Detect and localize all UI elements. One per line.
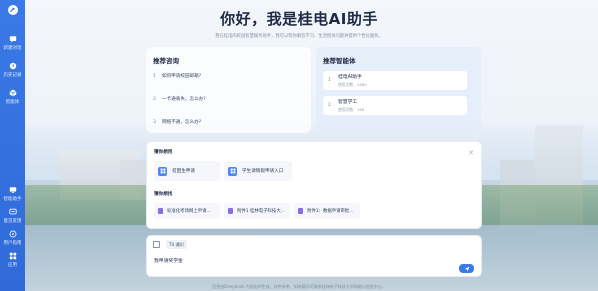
agent-item[interactable]: 2 智慧学工 使用次数：168 (323, 96, 467, 115)
app-chip-label: 学生请销假申请入口 (242, 169, 284, 174)
guess-doc-chip[interactable]: 标准化考场网上申请... (154, 203, 220, 219)
agent-usage: 使用次数：2680 (338, 82, 367, 87)
mode-select-chip[interactable]: T4 通识 (166, 240, 187, 249)
page-subtitle: 我在桂电的校园智慧服务助手，我可以帮你解答学习、生活相关问题并提供个性化服务。 (215, 34, 383, 39)
sidebar-item-label: 智能助手 (3, 197, 22, 202)
clock-icon (8, 61, 17, 70)
page-title: 你好，我是桂电AI助手 (220, 10, 378, 28)
document-icon (158, 208, 163, 214)
recommend-agents-card: 推荐智能体 1 桂电AI助手 使用次数：2680 2 智慧学工 使用次数：168 (316, 47, 481, 133)
cube-icon (8, 88, 17, 97)
send-icon (464, 266, 469, 271)
question-text: 网络不通，怎么办? (161, 120, 202, 125)
question-item[interactable]: 3 网络不通，怎么办? (153, 119, 202, 126)
app-grid-icon (228, 166, 237, 176)
doc-chip-label: 附件1：数据申请审批... (307, 209, 354, 214)
question-item[interactable]: 2 一卡通丢失，怎么办? (153, 96, 206, 103)
sidebar-item-label: 历史记录 (3, 73, 22, 78)
document-icon (228, 208, 233, 214)
question-number: 3 (153, 119, 156, 125)
agent-name: 桂电AI助手 (338, 75, 362, 80)
monitor-icon (8, 185, 17, 194)
grid-icon (8, 251, 17, 260)
feedback-icon (8, 207, 17, 216)
doc-chip-label: 附件1 桂林电子科技大... (237, 209, 285, 214)
sidebar-item-apps[interactable]: 应用 (8, 251, 17, 268)
agent-number: 1 (328, 78, 331, 83)
question-text: 一卡通丢失，怎么办? (161, 97, 206, 102)
guess-app-chip[interactable]: 学生请销假申请入口 (224, 161, 292, 181)
sidebar-item-label: 意见反馈 (3, 219, 22, 224)
doc-chip-label: 标准化考场网上申请... (167, 209, 211, 214)
sidebar-item-feedback[interactable]: 意见反馈 (4, 207, 22, 224)
agent-usage: 使用次数：168 (338, 107, 365, 112)
app-chip-label: 贫困生申请 (172, 169, 195, 174)
send-button[interactable] (459, 264, 474, 273)
footer-disclaimer: 回答由DeepSeek 内容由AI生成，仅供参考，如有疑问可联系桂林电子科技大学… (212, 284, 386, 289)
agent-item[interactable]: 1 桂电AI助手 使用次数：2680 (323, 71, 467, 90)
recommend-questions-card: 推荐咨询 1 如何申请校园邮箱? 2 一卡通丢失，怎么办? 3 网络不通，怎么办… (146, 47, 311, 133)
question-number: 1 (153, 73, 156, 79)
sidebar-item-agents[interactable]: 智能体 (5, 88, 20, 105)
question-text: 如何申请校园邮箱? (161, 74, 202, 79)
app-grid-icon (158, 166, 167, 176)
sidebar-item-assistant[interactable]: 智能助手 (4, 185, 22, 202)
document-icon (298, 208, 303, 214)
sidebar-item-label: 新建对话 (3, 46, 22, 51)
sidebar-item-label: 用户指南 (3, 241, 22, 246)
question-number: 2 (153, 96, 156, 102)
sidebar: 新建对话 历史记录 智能体 智能助手 意见反馈 用户指南 应用 (0, 0, 25, 291)
guess-app-chip[interactable]: 贫困生申请 (154, 161, 220, 181)
attachment-icon[interactable] (153, 241, 160, 248)
sidebar-item-history[interactable]: 历史记录 (4, 61, 22, 78)
guess-doc-chip[interactable]: 附件1 桂林电子科技大... (224, 203, 290, 219)
sidebar-item-guide[interactable]: 用户指南 (4, 229, 22, 246)
guess-doc-chip[interactable]: 附件1：数据申请审批... (294, 203, 360, 219)
sidebar-item-label: 应用 (8, 263, 17, 268)
compass-icon (8, 229, 17, 238)
guess-apps-title: 猜你想用 (154, 150, 173, 155)
agent-number: 2 (328, 103, 331, 108)
chat-input-box: T4 通识 我申请奖学金 (146, 235, 482, 277)
agent-name: 智慧学工 (338, 100, 358, 105)
close-icon[interactable]: ✕ (468, 149, 474, 157)
question-item[interactable]: 1 如何申请校园邮箱? (153, 73, 202, 80)
recommend-questions-title: 推荐咨询 (153, 57, 179, 65)
chat-input-field[interactable]: 我申请奖学金 (154, 257, 183, 264)
sidebar-item-label: 智能体 (5, 100, 20, 105)
guess-docs-title: 猜你想找 (154, 192, 173, 197)
recommend-agents-title: 推荐智能体 (323, 57, 356, 65)
